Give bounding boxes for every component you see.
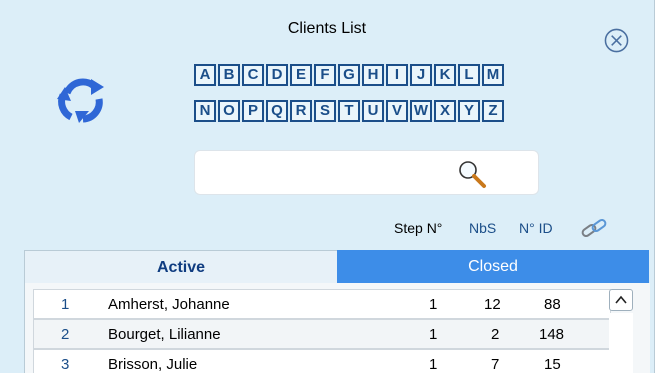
letter-button-w[interactable]: W <box>410 100 432 122</box>
row-number: 1 <box>61 296 70 313</box>
row-step: 1 <box>429 296 438 313</box>
letter-button-l[interactable]: L <box>458 64 480 86</box>
header-id[interactable]: N° ID <box>519 220 553 236</box>
row-nbs: 2 <box>491 326 500 343</box>
letter-button-i[interactable]: I <box>386 64 408 86</box>
alphabet-row-1: ABCDEFGHIJKLM <box>194 64 560 86</box>
magnifier-icon[interactable] <box>457 159 487 189</box>
client-name: Bourget, Lilianne <box>108 326 221 343</box>
letter-button-t[interactable]: T <box>338 100 360 122</box>
row-nbs: 7 <box>491 356 500 373</box>
tab-closed[interactable]: Closed <box>337 250 649 283</box>
alphabet-row-2: NOPQRSTUVWXYZ <box>194 100 560 122</box>
chevron-up-icon <box>615 295 627 304</box>
letter-button-k[interactable]: K <box>434 64 456 86</box>
letter-button-h[interactable]: H <box>362 64 384 86</box>
table-row[interactable]: 3 Brisson, Julie 1 7 15 <box>33 349 611 373</box>
letter-button-g[interactable]: G <box>338 64 360 86</box>
close-circle-icon[interactable] <box>604 28 629 53</box>
row-nbs: 12 <box>484 296 501 313</box>
letter-button-q[interactable]: Q <box>266 100 288 122</box>
row-number: 3 <box>61 356 70 373</box>
search-input[interactable] <box>203 161 457 187</box>
table-row[interactable]: 1 Amherst, Johanne 1 12 88 <box>33 289 611 319</box>
clients-panel: Clients List ABCDEFGHIJKLM NOPQRSTUVWXYZ… <box>0 0 655 373</box>
window-title: Clients List <box>287 20 367 37</box>
row-id: 88 <box>544 296 561 313</box>
row-id: 148 <box>539 326 565 343</box>
scrollbar-track[interactable] <box>609 313 633 373</box>
letter-button-n[interactable]: N <box>194 100 216 122</box>
letter-button-a[interactable]: A <box>194 64 216 86</box>
letter-button-s[interactable]: S <box>314 100 336 122</box>
row-id: 15 <box>544 356 561 373</box>
letter-button-u[interactable]: U <box>362 100 384 122</box>
tab-active[interactable]: Active <box>24 250 337 283</box>
letter-button-o[interactable]: O <box>218 100 240 122</box>
search-box <box>194 150 539 195</box>
letter-button-y[interactable]: Y <box>458 100 480 122</box>
client-name: Brisson, Julie <box>108 356 198 373</box>
letter-button-b[interactable]: B <box>218 64 240 86</box>
letter-button-f[interactable]: F <box>314 64 336 86</box>
clients-list: 1 Amherst, Johanne 1 12 88 2 Bourget, Li… <box>24 283 650 373</box>
status-tabs: Active Closed <box>24 250 649 283</box>
letter-button-p[interactable]: P <box>242 100 264 122</box>
letter-button-x[interactable]: X <box>434 100 456 122</box>
letter-button-m[interactable]: M <box>482 64 504 86</box>
header-step[interactable]: Step N° <box>394 220 442 236</box>
header-nbs[interactable]: NbS <box>469 220 496 236</box>
row-step: 1 <box>429 326 438 343</box>
clients-window: Clients List ABCDEFGHIJKLM NOPQRSTUVWXYZ… <box>0 0 666 373</box>
scroll-up-button[interactable] <box>609 289 633 311</box>
client-name: Amherst, Johanne <box>108 296 230 313</box>
refresh-icon[interactable] <box>49 75 115 127</box>
letter-button-d[interactable]: D <box>266 64 288 86</box>
row-step: 1 <box>429 356 438 373</box>
link-icon[interactable] <box>578 216 610 242</box>
letter-button-r[interactable]: R <box>290 100 312 122</box>
table-row[interactable]: 2 Bourget, Lilianne 1 2 148 <box>33 319 611 349</box>
letter-button-c[interactable]: C <box>242 64 264 86</box>
letter-button-e[interactable]: E <box>290 64 312 86</box>
letter-button-j[interactable]: J <box>410 64 432 86</box>
letter-button-z[interactable]: Z <box>482 100 504 122</box>
row-number: 2 <box>61 326 70 343</box>
letter-button-v[interactable]: V <box>386 100 408 122</box>
